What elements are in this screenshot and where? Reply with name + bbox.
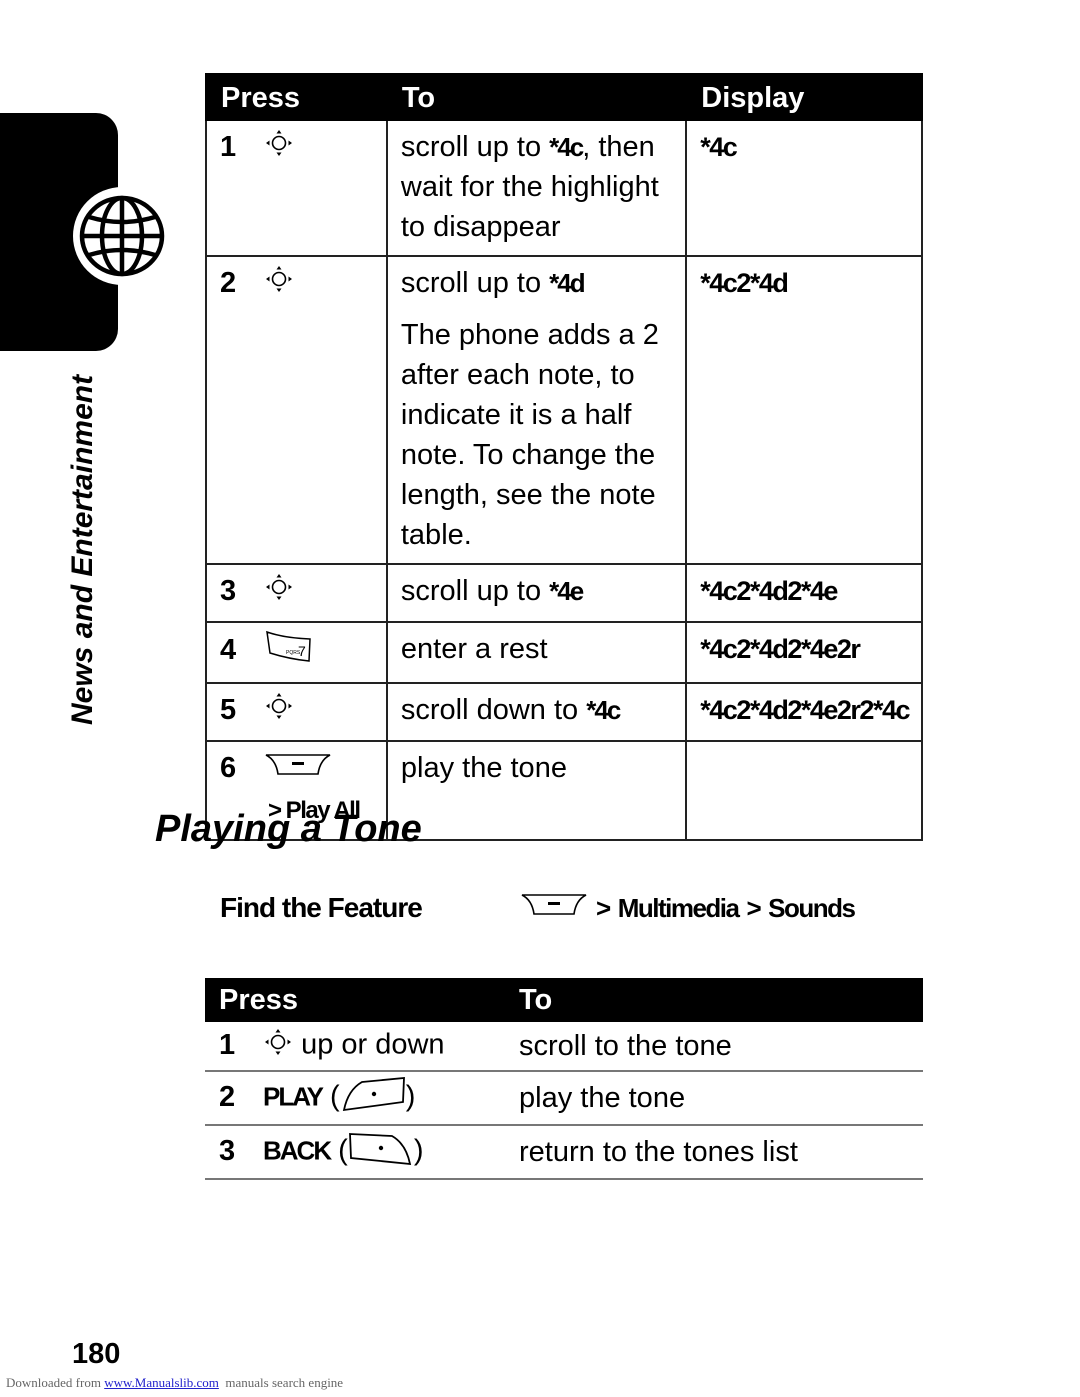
- display-value: *4c: [700, 132, 738, 162]
- path-separator: >: [596, 893, 611, 923]
- table-row: 2 PLAY () play the tone: [205, 1071, 923, 1126]
- play-steps-table: Press To 1 up or down scroll to the tone…: [205, 978, 923, 1180]
- table-row: 3 BACK () return to the tones list: [205, 1125, 923, 1180]
- header-display: Display: [685, 73, 923, 121]
- display-value: *4c2*4d2*4e2r: [700, 633, 861, 664]
- find-feature-label: Find the Feature: [220, 892, 423, 923]
- right-softkey-icon: [348, 1130, 414, 1174]
- display-value: *4c2*4d2*4e: [700, 576, 838, 606]
- note-code: *4c: [549, 132, 584, 162]
- step-number: 3: [220, 575, 237, 607]
- header-press: Press: [205, 978, 505, 1022]
- compose-steps-table: Press To Display 1 scroll up to *4c, the…: [205, 73, 923, 842]
- header-to: To: [505, 978, 923, 1022]
- step-number: 6: [220, 751, 237, 784]
- svg-text:7: 7: [298, 643, 306, 659]
- nav-key-icon: [264, 128, 294, 169]
- step-text: scroll down to: [400, 693, 587, 726]
- note-code: *4c: [586, 694, 621, 725]
- step-text: play the tone: [400, 751, 567, 784]
- key-7-icon: PQRS 7: [264, 629, 314, 674]
- table-row: 2 scroll up to *4d The phone adds a 2 af…: [205, 255, 923, 565]
- note-code: *4e: [549, 576, 584, 606]
- footer-link[interactable]: www.Manualslib.com: [104, 1375, 219, 1390]
- section-tab-label: News and Entertainment: [66, 374, 99, 725]
- menu-key-icon: [520, 892, 588, 925]
- step-number: 2: [219, 1080, 236, 1113]
- step-text: enter a rest: [400, 632, 548, 665]
- nav-key-icon: [264, 264, 294, 305]
- step-text: play the tone: [505, 1071, 923, 1126]
- step-number: 5: [220, 693, 237, 726]
- footer-prefix: Downloaded from: [6, 1375, 105, 1390]
- table-row: 1 up or down scroll to the tone: [205, 1022, 923, 1072]
- softkey-label-back: BACK: [263, 1135, 332, 1166]
- step-number: 1: [219, 1028, 236, 1061]
- step-text: scroll up to: [400, 131, 550, 163]
- note-code: *4d: [549, 268, 585, 298]
- path-separator: >: [746, 893, 761, 923]
- page-number: 180: [72, 1338, 121, 1370]
- step-text: scroll up to: [400, 575, 550, 607]
- display-value: *4c2*4d: [700, 268, 789, 298]
- step-note: The phone adds a 2 after each note, to i…: [400, 319, 659, 551]
- nav-key-icon: [264, 691, 294, 732]
- step-text: scroll up to: [400, 267, 550, 299]
- step-number: 1: [220, 131, 237, 163]
- display-value: *4c2*4d2*4e2r2*4c: [700, 694, 910, 725]
- left-softkey-icon: [340, 1076, 406, 1120]
- step-number: 2: [220, 267, 237, 299]
- footer-suffix: manuals search engine: [218, 1375, 344, 1390]
- press-text: up or down: [301, 1028, 445, 1061]
- step-number: 3: [219, 1134, 236, 1167]
- header-to: To: [385, 73, 688, 121]
- table-header-row: Press To: [205, 978, 923, 1022]
- step-text: return to the tones list: [505, 1125, 923, 1180]
- globe-icon: [73, 187, 171, 285]
- table-row: 4 PQRS 7 enter a rest *4c2*4d2*4e2r: [205, 620, 923, 684]
- step-text: scroll to the tone: [505, 1022, 923, 1072]
- footer: Downloaded from www.Manualslib.com manua…: [6, 1375, 343, 1391]
- step-number: 4: [220, 634, 237, 666]
- menu-key-icon: [264, 749, 332, 789]
- header-press: Press: [205, 73, 388, 121]
- path-item-sounds: Sounds: [768, 893, 856, 923]
- table-header-row: Press To Display: [205, 73, 923, 121]
- section-heading: Playing a Tone: [155, 808, 422, 850]
- table-row: 3 scroll up to *4e *4c2*4d2*4e: [205, 563, 923, 623]
- nav-key-icon: [263, 1027, 293, 1065]
- table-row: 1 scroll up to *4c, then wait for the hi…: [205, 119, 923, 257]
- path-item-multimedia: Multimedia: [617, 893, 740, 923]
- softkey-label-play: PLAY: [263, 1081, 324, 1112]
- table-row: 5 scroll down to *4c *4c2*4d2*4e2r2*4c: [205, 681, 923, 742]
- find-feature-path: > Multimedia > Sounds: [520, 892, 856, 925]
- nav-key-icon: [264, 572, 294, 613]
